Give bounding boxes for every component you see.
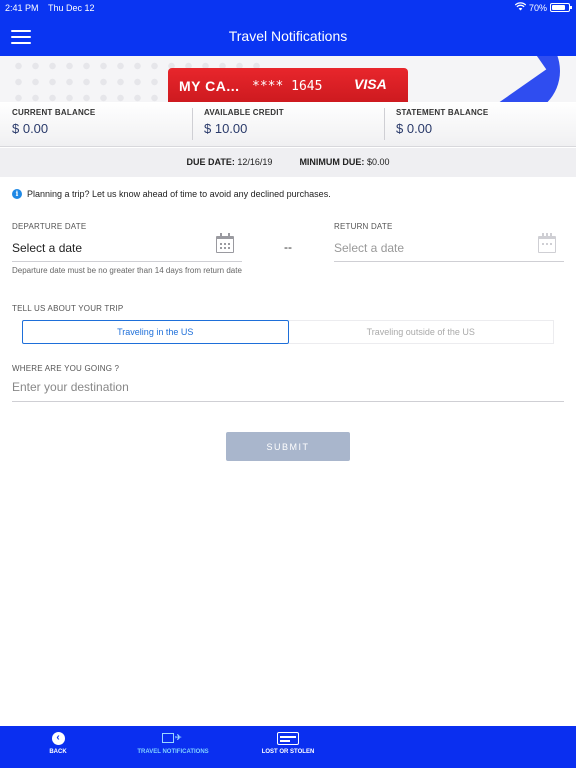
calendar-icon[interactable] [538,233,556,253]
due-date-value: 12/16/19 [237,157,273,167]
trip-type-label: TELL US ABOUT YOUR TRIP [12,304,124,313]
info-banner: i Planning a trip? Let us know ahead of … [12,189,331,199]
destination-field-wrap [12,378,564,402]
top-bar: 2:41 PM Thu Dec 12 70% Travel Notificati… [0,0,576,56]
available-credit-label: AVAILABLE CREDIT [204,108,284,117]
app-root: 2:41 PM Thu Dec 12 70% Travel Notificati… [0,0,576,768]
minimum-due-label: MINIMUM DUE: [299,157,365,167]
status-bar: 2:41 PM Thu Dec 12 70% [0,0,576,16]
current-balance-label: CURRENT BALANCE [12,108,96,117]
tab-back[interactable]: ‹ BACK [46,732,70,755]
option-traveling-us[interactable]: Traveling in the US [22,320,289,344]
balances-row: CURRENT BALANCE $ 0.00 AVAILABLE CREDIT … [0,102,576,147]
wifi-icon [514,2,527,13]
battery-percent: 70% [528,2,547,13]
minimum-due-value: $0.00 [366,157,390,167]
departure-date-value: Select a date [12,241,83,255]
due-row: DUE DATE: 12/16/19 MINIMUM DUE: $0.00 [0,148,576,177]
trip-type-toggle: Traveling in the US Traveling outside of… [22,320,554,344]
tab-travel-notifications[interactable]: ✈ TRAVEL NOTIFICATIONS [136,732,210,755]
back-arrow-icon: ‹ [51,732,65,745]
status-time: 2:41 PM [5,3,39,13]
statement-balance-value: $ 0.00 [396,121,433,136]
destination-input[interactable] [12,378,564,394]
return-date-field[interactable]: Select a date [334,233,564,262]
tab-travel-label: TRAVEL NOTIFICATIONS [137,749,209,755]
battery-icon [550,3,572,12]
tab-bar: ‹ BACK ✈ TRAVEL NOTIFICATIONS LOST OR ST… [0,726,576,768]
tab-lost-label: LOST OR STOLEN [261,749,315,755]
available-credit-value: $ 10.00 [204,121,248,136]
statement-balance-label: STATEMENT BALANCE [396,108,489,117]
tab-lost-or-stolen[interactable]: LOST OR STOLEN [258,732,318,755]
current-balance: CURRENT BALANCE $ 0.00 [0,102,192,146]
return-date-label: RETURN DATE [334,222,393,231]
info-text: Planning a trip? Let us know ahead of ti… [27,189,331,199]
credit-card-image[interactable]: MY CA... **** 1645 VISA [168,68,408,102]
available-credit: AVAILABLE CREDIT $ 10.00 [192,102,384,146]
date-separator: -- [284,240,292,254]
status-right: 70% [514,2,572,13]
card-banner: MY CA... **** 1645 VISA [0,56,576,102]
statement-balance: STATEMENT BALANCE $ 0.00 [384,102,576,146]
visa-logo: VISA [354,76,387,92]
return-date-value: Select a date [334,241,405,255]
status-date: Thu Dec 12 [48,3,95,13]
travel-icon: ✈ [162,732,184,745]
option-traveling-outside-us[interactable]: Traveling outside of the US [288,320,554,344]
card-icon [277,732,299,745]
tab-back-label: BACK [49,749,67,755]
calendar-icon[interactable] [216,233,234,253]
destination-label: WHERE ARE YOU GOING ? [12,364,120,373]
current-balance-value: $ 0.00 [12,121,49,136]
submit-button[interactable]: SUBMIT [226,432,350,461]
departure-date-field[interactable]: Select a date [12,233,242,262]
page-title: Travel Notifications [228,28,348,44]
card-number: **** 1645 [252,79,323,94]
departure-hint: Departure date must be no greater than 1… [12,266,242,275]
departure-date-label: DEPARTURE DATE [12,222,87,231]
due-date-label: DUE DATE: [186,157,235,167]
card-name: MY CA... [179,78,240,94]
info-icon: i [12,189,22,199]
